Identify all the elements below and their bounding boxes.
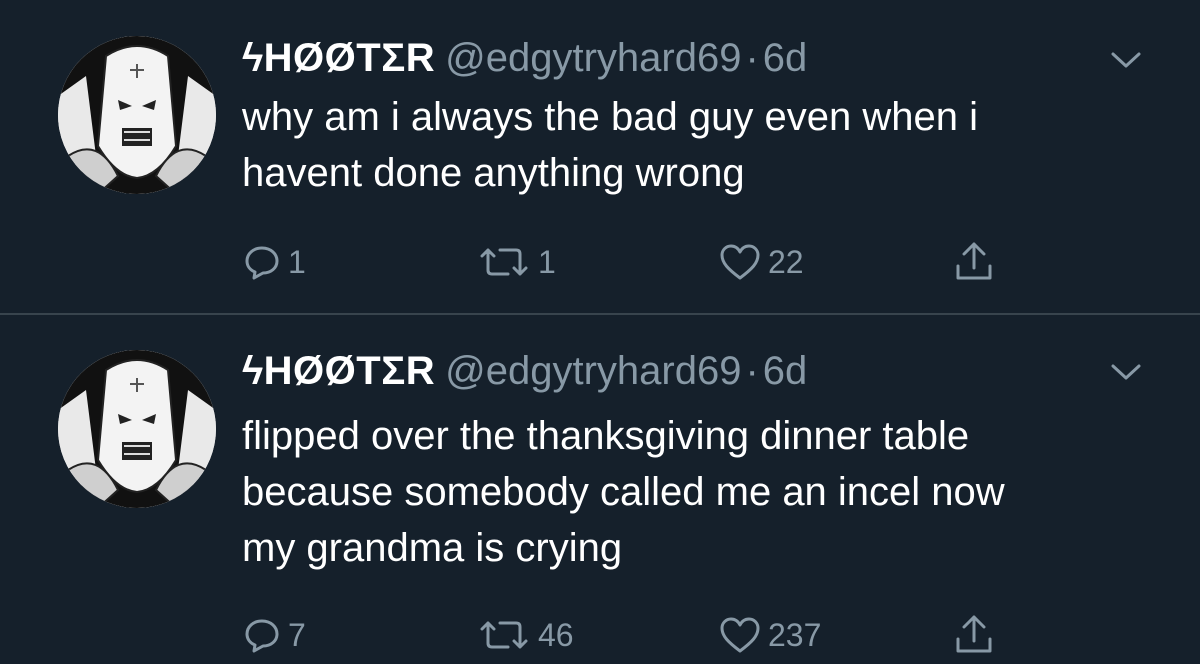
reply-button[interactable]: 7 <box>242 613 306 657</box>
separator: · <box>745 36 759 80</box>
avatar[interactable] <box>58 36 216 194</box>
tweet-text-line: my grandma is crying <box>242 526 623 570</box>
retweet-icon <box>476 615 532 655</box>
tweet-header: ϟHØØTΣR @edgytryhard69 · 6d <box>242 33 807 83</box>
avatar[interactable] <box>58 350 216 508</box>
retweet-count: 46 <box>538 617 574 653</box>
heart-icon <box>718 615 762 655</box>
user-handle[interactable]: @edgytryhard69 <box>445 349 741 393</box>
tweet-text-line: why am i always the bad guy even when i <box>242 95 978 139</box>
retweet-count: 1 <box>538 244 556 280</box>
tweet-header: ϟHØØTΣR @edgytryhard69 · 6d <box>242 346 807 396</box>
tweet-text-line: flipped over the thanksgiving dinner tab… <box>242 414 970 458</box>
share-icon <box>952 240 996 284</box>
like-count: 22 <box>768 244 804 280</box>
share-button[interactable] <box>952 613 996 657</box>
like-button[interactable]: 237 <box>718 613 821 657</box>
display-name[interactable]: ϟHØØTΣR <box>242 349 435 393</box>
chevron-down-icon[interactable] <box>1110 362 1142 382</box>
retweet-button[interactable]: 46 <box>476 613 574 657</box>
timestamp[interactable]: 6d <box>763 36 808 80</box>
tweet[interactable]: ϟHØØTΣR @edgytryhard69 · 6d flipped over th… <box>0 315 1200 664</box>
share-icon <box>952 613 996 657</box>
display-name[interactable]: ϟHØØTΣR <box>242 36 435 80</box>
tweet-text: flipped over the thanksgiving dinner tab… <box>242 408 1162 576</box>
reply-button[interactable]: 1 <box>242 240 306 284</box>
like-button[interactable]: 22 <box>718 240 804 284</box>
chevron-down-icon[interactable] <box>1110 50 1142 70</box>
timestamp[interactable]: 6d <box>763 349 808 393</box>
reply-count: 7 <box>288 617 306 653</box>
tweet-text: why am i always the bad guy even when i … <box>242 89 1162 201</box>
tweet[interactable]: ϟHØØTΣR @edgytryhard69 · 6d why am i always… <box>0 0 1200 314</box>
separator: · <box>745 349 759 393</box>
retweet-button[interactable]: 1 <box>476 240 556 284</box>
retweet-icon <box>476 242 532 282</box>
reply-icon <box>242 615 282 655</box>
tweet-actions: 7 46 237 <box>242 613 1042 657</box>
reply-icon <box>242 242 282 282</box>
user-handle[interactable]: @edgytryhard69 <box>445 36 741 80</box>
tweet-text-line: havent done anything wrong <box>242 151 745 195</box>
heart-icon <box>718 242 762 282</box>
reply-count: 1 <box>288 244 306 280</box>
tweet-text-line: because somebody called me an incel now <box>242 470 1005 514</box>
tweet-actions: 1 1 22 <box>242 240 1042 284</box>
share-button[interactable] <box>952 240 996 284</box>
like-count: 237 <box>768 617 822 653</box>
